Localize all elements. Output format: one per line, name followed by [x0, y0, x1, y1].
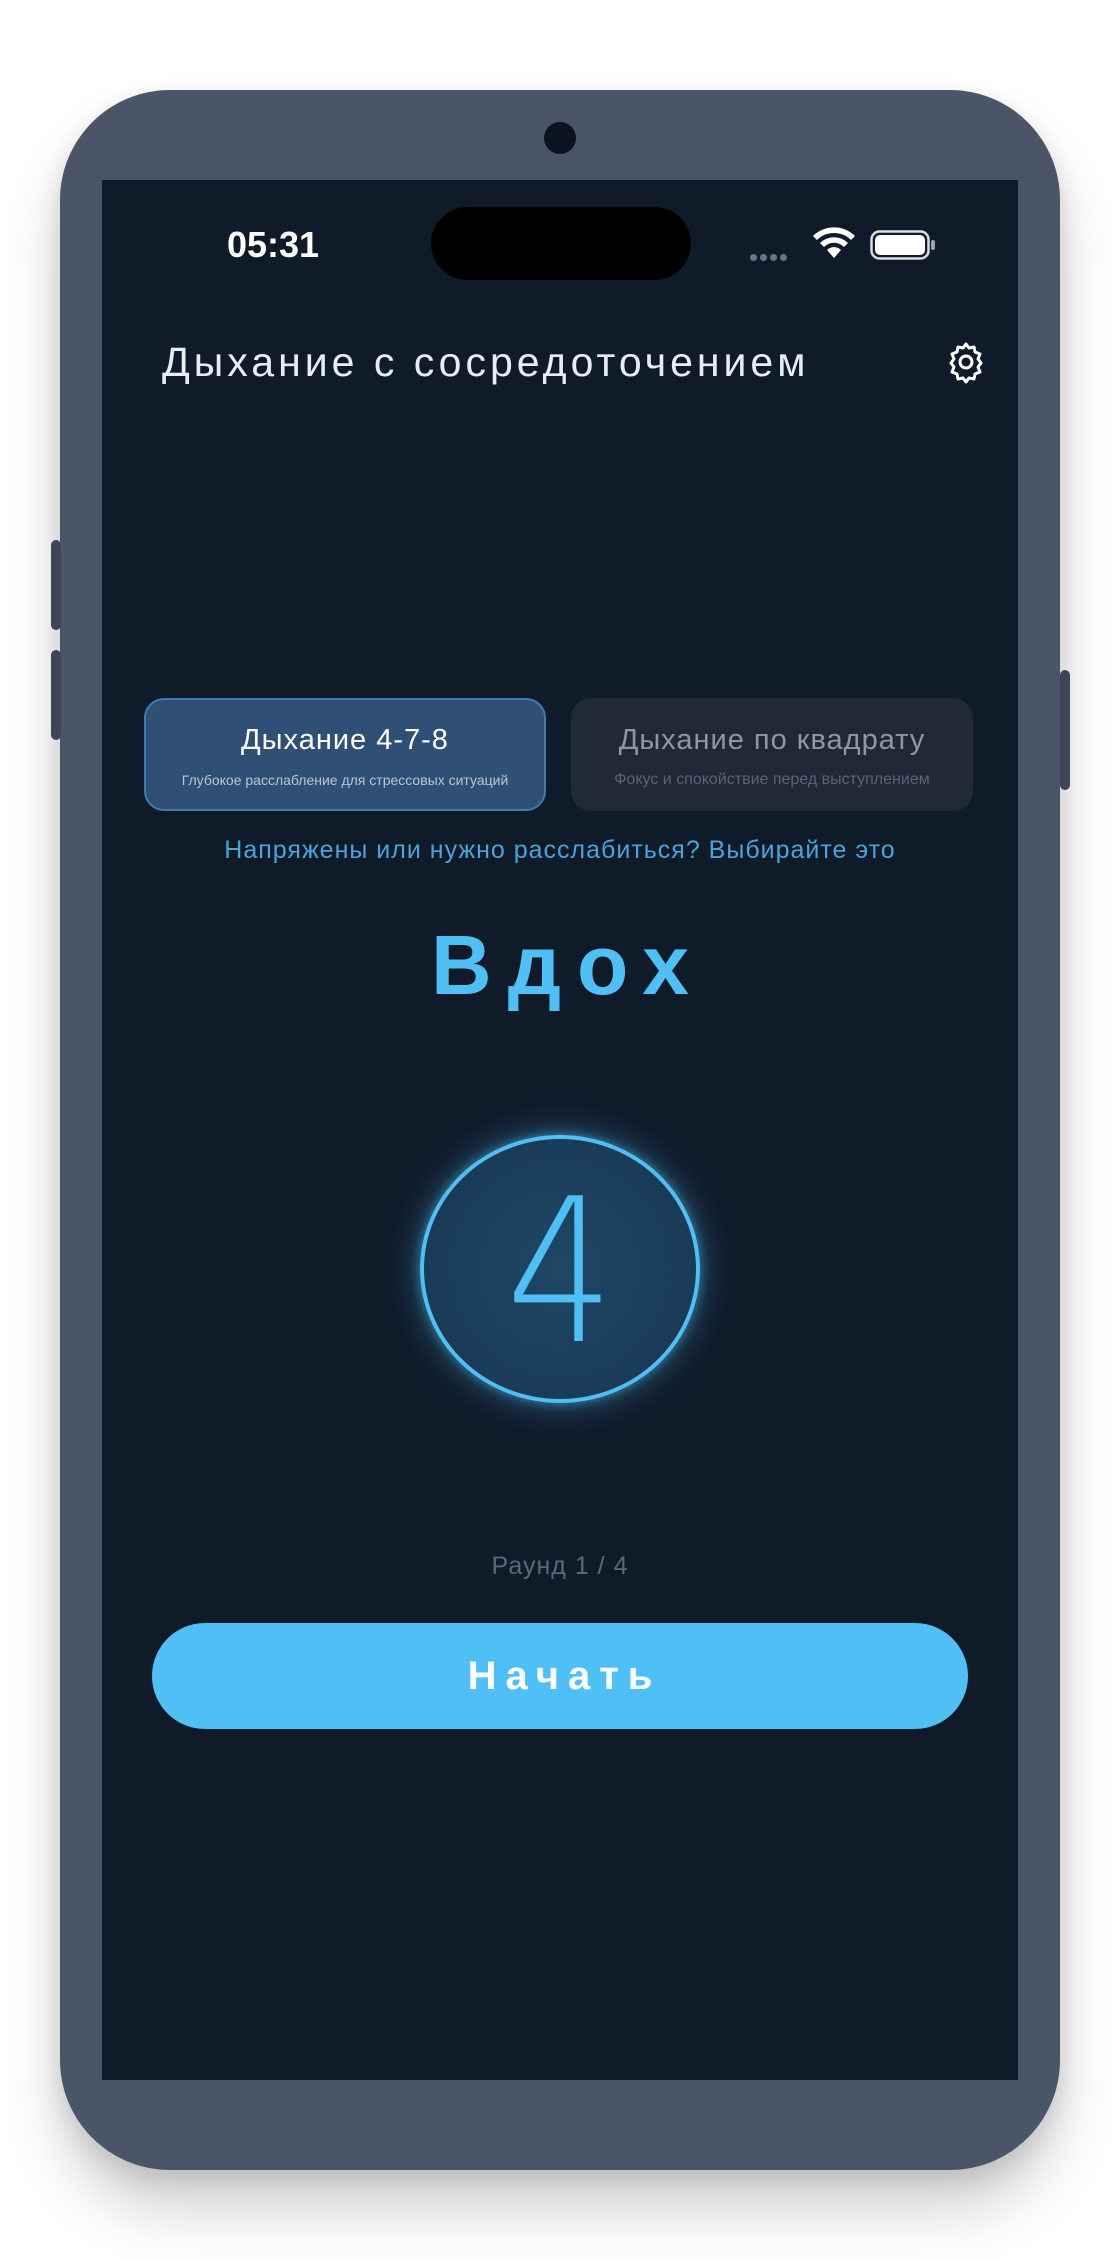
breathing-phase: Вдох [431, 918, 705, 1012]
front-camera [544, 122, 576, 154]
technique-title: Дыхание по квадрату [618, 724, 926, 756]
volume-down-button [51, 650, 61, 740]
wifi-icon [813, 227, 855, 258]
technique-card-box[interactable]: Дыхание по квадрату Фокус и спокойствие … [571, 698, 973, 811]
power-button [1060, 670, 1070, 790]
page-title: Дыхание с сосредоточением [162, 339, 810, 385]
device-mockup: 05:31 Дыхание с сосредоточением Дыхание … [0, 0, 1120, 2260]
gear-icon[interactable] [944, 340, 988, 384]
technique-card-478[interactable]: Дыхание 4-7-8 Глубокое расслабление для … [144, 698, 546, 811]
app-screen: 05:31 Дыхание с сосредоточением Дыхание … [102, 180, 1018, 2080]
round-indicator: Раунд 1 / 4 [491, 1552, 629, 1580]
technique-title: Дыхание 4-7-8 [241, 724, 449, 756]
counter-circle: 4 [420, 1135, 700, 1403]
signal-dots-icon [750, 248, 790, 266]
status-indicators [750, 226, 950, 266]
start-button[interactable]: Начать [152, 1623, 968, 1729]
technique-hint: Напряжены или нужно расслабиться? Выбира… [224, 836, 896, 864]
volume-up-button [51, 540, 61, 630]
counter-value: 4 [505, 1156, 615, 1389]
dynamic-island [431, 207, 691, 280]
status-time: 05:31 [227, 224, 320, 265]
battery-icon [870, 230, 935, 260]
technique-subtitle: Фокус и спокойствие перед выступлением [614, 771, 930, 788]
technique-subtitle: Глубокое расслабление для стрессовых сит… [181, 772, 509, 788]
